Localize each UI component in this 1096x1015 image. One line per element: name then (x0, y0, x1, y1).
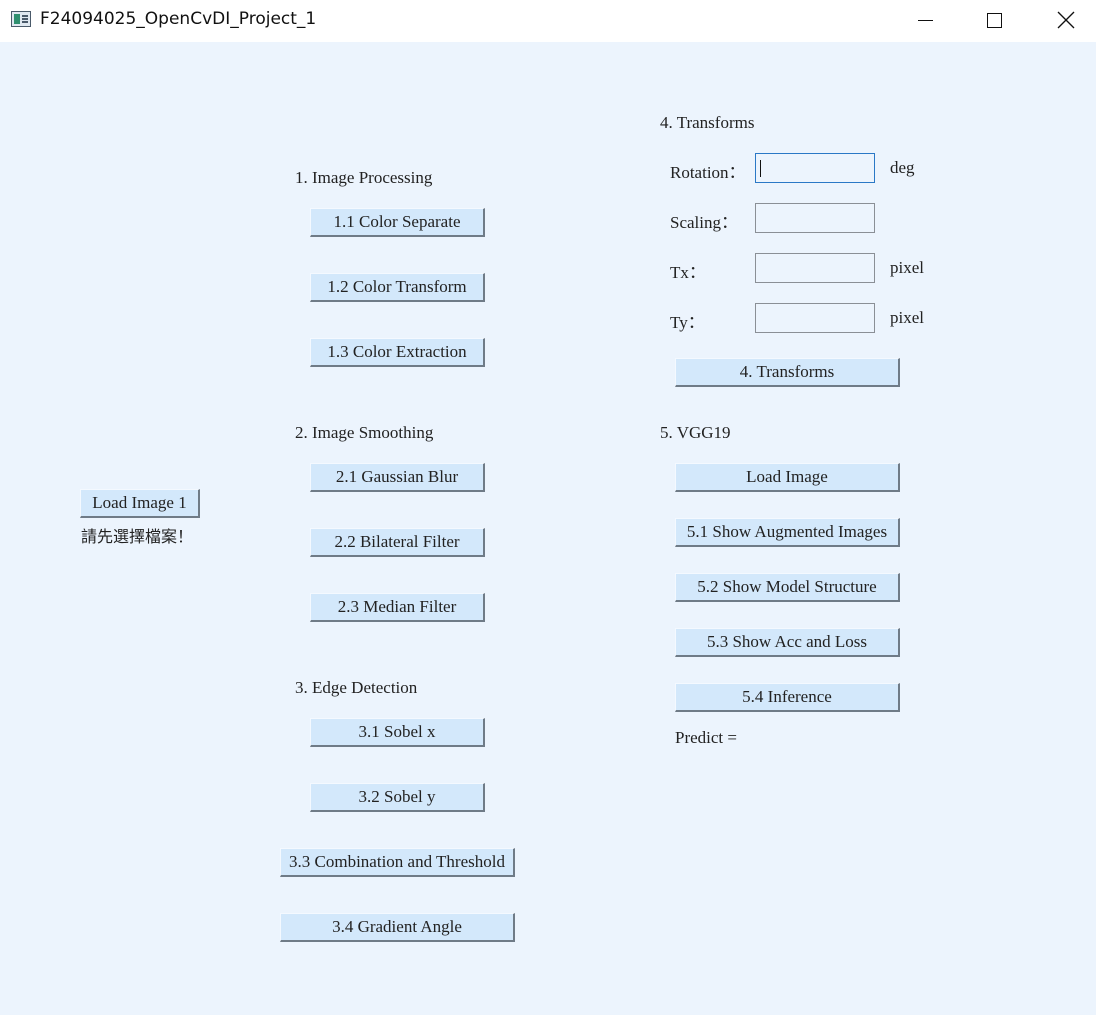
app-icon (11, 11, 31, 27)
section-edge-detection-heading: 3. Edge Detection (295, 678, 418, 697)
title-bar: F24094025_OpenCvDI_Project_1 (0, 0, 1096, 42)
section-image-processing-heading: 1. Image Processing (295, 168, 433, 187)
scaling-label: Scaling： (670, 213, 738, 232)
section-vgg19-heading: 5. VGG19 (660, 423, 731, 442)
gradient-angle-button[interactable]: 3.4 Gradient Angle (280, 913, 515, 942)
median-filter-button[interactable]: 2.3 Median Filter (310, 593, 485, 622)
show-model-structure-button[interactable]: 5.2 Show Model Structure (675, 573, 900, 602)
rotation-unit: deg (890, 158, 915, 177)
color-separate-button[interactable]: 1.1 Color Separate (310, 208, 485, 237)
transforms-button[interactable]: 4. Transforms (675, 358, 900, 387)
gaussian-blur-button[interactable]: 2.1 Gaussian Blur (310, 463, 485, 492)
close-button[interactable] (1042, 0, 1088, 42)
tx-input[interactable] (755, 253, 875, 283)
window-title: F24094025_OpenCvDI_Project_1 (40, 9, 317, 29)
section-transforms-heading: 4. Transforms (660, 113, 755, 132)
minimize-icon (918, 20, 933, 21)
show-augmented-images-button[interactable]: 5.1 Show Augmented Images (675, 518, 900, 547)
combination-threshold-button[interactable]: 3.3 Combination and Threshold (280, 848, 515, 877)
color-transform-button[interactable]: 1.2 Color Transform (310, 273, 485, 302)
rotation-input[interactable] (755, 153, 875, 183)
maximize-icon (987, 13, 1002, 28)
section-image-smoothing-heading: 2. Image Smoothing (295, 423, 434, 442)
show-acc-loss-button[interactable]: 5.3 Show Acc and Loss (675, 628, 900, 657)
load-image-1-button[interactable]: Load Image 1 (80, 489, 200, 518)
vgg-load-image-button[interactable]: Load Image (675, 463, 900, 492)
tx-unit: pixel (890, 258, 924, 277)
inference-button[interactable]: 5.4 Inference (675, 683, 900, 712)
bilateral-filter-button[interactable]: 2.2 Bilateral Filter (310, 528, 485, 557)
predict-label: Predict = (675, 728, 737, 747)
sobel-y-button[interactable]: 3.2 Sobel y (310, 783, 485, 812)
ty-unit: pixel (890, 308, 924, 327)
close-icon (1057, 11, 1075, 29)
rotation-label: Rotation： (670, 163, 746, 182)
text-caret (760, 160, 761, 177)
status-text: 請先選擇檔案！ (81, 527, 194, 546)
minimize-button[interactable] (902, 0, 948, 42)
sobel-x-button[interactable]: 3.1 Sobel x (310, 718, 485, 747)
maximize-button[interactable] (971, 0, 1017, 42)
tx-label: Tx： (670, 263, 706, 282)
color-extraction-button[interactable]: 1.3 Color Extraction (310, 338, 485, 367)
ty-input[interactable] (755, 303, 875, 333)
scaling-input[interactable] (755, 203, 875, 233)
ty-label: Ty： (670, 313, 705, 332)
